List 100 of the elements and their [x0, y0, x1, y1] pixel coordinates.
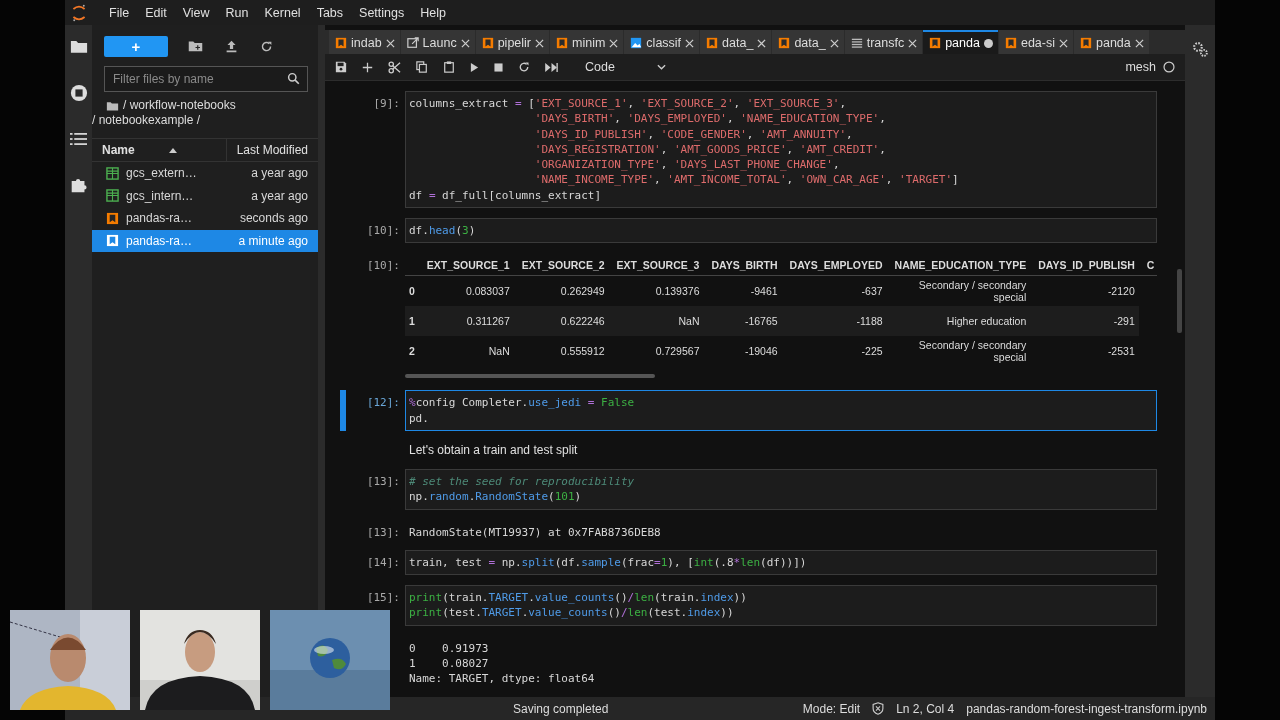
code-line: columns_extract = ['EXT_SOURCE_1', 'EXT_SOURCE_2', 'EXT_SOURCE_3',: [409, 96, 848, 112]
folder-icon: [106, 100, 119, 111]
document-tab[interactable]: data_: [772, 30, 844, 54]
table-cell: 0.622246: [513, 306, 609, 337]
mode-indicator[interactable]: Mode: Edit: [802, 701, 861, 716]
browser-entry[interactable]: pandas-ra… seconds ago: [92, 207, 318, 230]
add-icon[interactable]: [362, 61, 373, 73]
code-line: pd.: [409, 410, 430, 426]
code-editor[interactable]: print(train.TARGET.value_counts()/len(train.index)) print(test.TARGET.value_counts()/len(test.index)): [405, 585, 1157, 626]
code-line: train, test = np.split(df.sample(frac=1), [int(.8*len(df))]): [409, 554, 808, 571]
document-tab[interactable]: indab: [329, 30, 400, 54]
list-icon[interactable]: [70, 132, 87, 146]
row-index: 2: [405, 336, 419, 367]
output-line: Name: TARGET, dtype: float64: [409, 671, 596, 687]
stop-circle-icon[interactable]: [69, 84, 88, 102]
notebook-icon: [106, 234, 119, 248]
cursor-position[interactable]: Ln 2, Col 4: [896, 701, 955, 716]
menu-item[interactable]: View: [174, 5, 218, 20]
document-tab[interactable]: classif: [624, 30, 700, 54]
restart-icon[interactable]: [518, 61, 530, 73]
folder-icon[interactable]: [69, 39, 88, 54]
save-icon[interactable]: [335, 61, 347, 73]
table-cell: 0.311267: [418, 306, 514, 337]
copy-icon[interactable]: [416, 61, 428, 73]
vertical-scrollbar[interactable]: [1177, 269, 1182, 333]
close-icon[interactable]: [385, 38, 395, 48]
table-icon: [106, 189, 119, 203]
browser-entry[interactable]: gcs_extern… a year ago: [92, 162, 318, 185]
menu-item[interactable]: Edit: [137, 5, 175, 20]
paste-icon[interactable]: [443, 61, 455, 73]
table-cell: -2120: [1030, 275, 1139, 307]
notebook-icon: [335, 37, 347, 49]
close-icon[interactable]: [460, 38, 470, 48]
input-prompt: [15]:: [365, 590, 401, 606]
filter-field[interactable]: Filter files by name: [104, 66, 308, 92]
column-header: EXT_SOURCE_1: [418, 255, 514, 276]
document-tab[interactable]: Launc: [400, 30, 475, 54]
table-cell: -9461: [703, 275, 782, 307]
fast-forward-icon[interactable]: [545, 62, 558, 72]
menu-item[interactable]: Run: [217, 5, 257, 20]
menu-item[interactable]: Help: [412, 5, 454, 20]
code-editor[interactable]: [405, 91, 1157, 209]
code-editor[interactable]: train, test = np.split(df.sample(frac=1), [int(.8*len(df))]): [405, 549, 1157, 576]
code-editor[interactable]: # set the seed for reproducibility np.random.RandomState(101): [405, 468, 1157, 510]
menu-item[interactable]: Kernel: [256, 5, 309, 20]
browser-entry[interactable]: gcs_intern… a year ago: [92, 184, 318, 207]
close-icon[interactable]: [685, 38, 695, 48]
table-cell: -225: [781, 336, 887, 367]
notebook-icon: [556, 37, 568, 49]
close-icon[interactable]: [908, 38, 918, 48]
new-folder-icon[interactable]: [188, 40, 203, 52]
notebook-icon: [706, 37, 719, 49]
document-tab[interactable]: minim: [550, 30, 624, 54]
shield-icon[interactable]: [872, 702, 885, 715]
search-icon: [287, 72, 300, 85]
close-icon[interactable]: [829, 38, 839, 48]
horizontal-scrollbar[interactable]: [405, 374, 655, 379]
document-tab[interactable]: panda: [1074, 30, 1149, 54]
menu-item[interactable]: File: [101, 5, 138, 20]
cell-type-dropdown[interactable]: Code: [585, 60, 666, 74]
browser-entry[interactable]: pandas-ra… a minute ago: [92, 229, 318, 252]
table-cell: NaN: [418, 336, 514, 367]
column-header[interactable]: Name: [92, 139, 187, 161]
upload-icon[interactable]: [225, 39, 238, 53]
refresh-icon[interactable]: [260, 39, 273, 53]
document-tab[interactable]: eda-si: [998, 30, 1073, 54]
column-header: DAYS_BIRTH: [703, 255, 782, 276]
stop-icon[interactable]: [494, 62, 503, 72]
breadcrumb-link[interactable]: / workflow-notebooks: [123, 98, 236, 113]
document-tab[interactable]: transfc: [844, 30, 923, 54]
kernel-name[interactable]: mesh: [1125, 60, 1156, 74]
close-icon[interactable]: [1134, 38, 1144, 48]
code-editor[interactable]: df.head(3): [405, 218, 1157, 244]
code-editor[interactable]: %config Completer.use_jedi = False pd.: [405, 390, 1157, 431]
document-tab[interactable]: data_: [700, 30, 772, 54]
breadcrumb-link[interactable]: / notebookexample /: [92, 113, 292, 128]
markdown-text: Let's obtain a train and test split: [408, 441, 579, 459]
notebook-icon: [481, 37, 494, 49]
menu-item[interactable]: Settings: [351, 5, 413, 20]
puzzle-icon[interactable]: [70, 176, 87, 193]
kernel-idle-icon: [1163, 61, 1175, 73]
column-header[interactable]: Last Modified: [225, 139, 318, 161]
column-header: C: [1138, 255, 1157, 276]
close-icon[interactable]: [1059, 38, 1068, 48]
table-cell: -2531: [1030, 336, 1139, 367]
close-icon[interactable]: [535, 38, 544, 48]
close-icon[interactable]: [757, 38, 767, 48]
table-cell: -19046: [703, 336, 782, 367]
output-prompt: [13]:: [365, 524, 401, 540]
code-line: print(train.TARGET.value_counts()/len(train.index)): [409, 590, 748, 606]
menu-item[interactable]: Tabs: [308, 5, 352, 20]
document-tab[interactable]: pipelir: [475, 30, 549, 54]
run-icon[interactable]: [470, 62, 479, 72]
document-tab[interactable]: panda: [923, 30, 998, 54]
notebook-icon: [778, 37, 791, 49]
column-header: DAYS_ID_PUBLISH: [1030, 255, 1139, 276]
cut-icon[interactable]: [388, 60, 401, 74]
close-icon[interactable]: [609, 38, 619, 48]
table-cell: NaN: [608, 306, 704, 337]
settings-icon[interactable]: [1191, 41, 1209, 58]
